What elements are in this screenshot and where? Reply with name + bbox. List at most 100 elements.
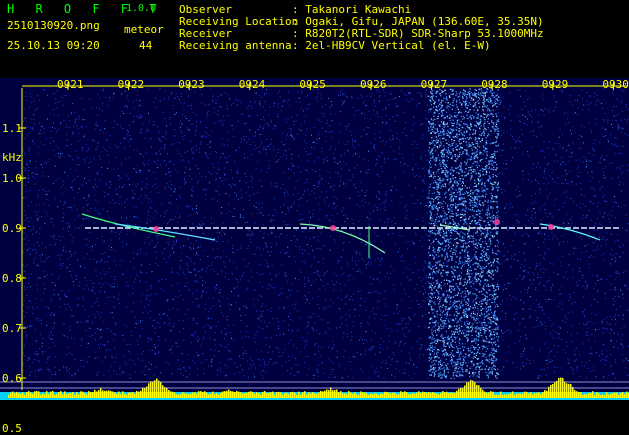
noise-dot <box>613 144 615 146</box>
noise-dot <box>286 235 288 237</box>
noise-dot <box>233 287 235 289</box>
noise-dot <box>566 345 568 347</box>
noise-dot <box>565 191 567 193</box>
noise-dot <box>609 221 611 223</box>
noise-dot <box>426 104 428 106</box>
noise-dot <box>542 257 544 259</box>
noise-dot <box>133 115 135 117</box>
noise-dot <box>298 97 300 99</box>
noise-dot <box>99 282 101 284</box>
noise-dot <box>83 178 85 179</box>
noise-dot <box>532 348 534 349</box>
noise-dot <box>482 184 484 185</box>
noise-dot <box>601 156 603 158</box>
noise-dot <box>449 130 451 132</box>
noise-dot <box>76 321 78 323</box>
noise-dot <box>217 273 219 275</box>
noise-dot <box>91 107 93 108</box>
noise-dot <box>579 207 581 209</box>
noise-dot <box>201 175 203 177</box>
noise-dot <box>508 182 510 184</box>
noise-dot <box>572 269 574 271</box>
noise-dot <box>543 322 545 324</box>
noise-dot <box>497 254 499 256</box>
noise-dot <box>195 208 197 209</box>
noise-dot <box>546 189 548 191</box>
noise-dot <box>612 206 614 208</box>
noise-dot <box>221 312 223 314</box>
noise-dot <box>307 321 309 323</box>
noise-dot <box>40 125 42 127</box>
noise-dot <box>533 327 535 329</box>
noise-dot <box>548 238 550 240</box>
noise-dot <box>222 143 224 145</box>
noise-dot <box>605 134 607 136</box>
noise-dot <box>526 124 528 126</box>
noise-dot <box>547 358 549 360</box>
noise-dot <box>170 184 172 186</box>
noise-dot <box>107 261 109 263</box>
noise-dot <box>193 332 195 334</box>
noise-dot <box>583 296 585 298</box>
noise-dot <box>487 204 489 206</box>
noise-dot <box>136 216 137 218</box>
noise-dot <box>163 136 165 138</box>
noise-dot <box>140 116 142 118</box>
noise-dot <box>124 220 126 222</box>
noise-dot <box>533 163 534 165</box>
noise-dot <box>524 123 526 125</box>
noise-dot <box>601 155 603 157</box>
noise-dot <box>50 377 52 379</box>
noise-dot <box>104 120 106 122</box>
noise-dot <box>264 363 266 365</box>
noise-dot <box>69 226 71 228</box>
noise-dot <box>187 281 189 283</box>
noise-dot <box>205 194 207 196</box>
noise-dot <box>354 309 356 310</box>
noise-dot <box>319 183 320 185</box>
noise-dot <box>385 303 386 305</box>
noise-dot <box>176 96 178 98</box>
noise-dot <box>299 101 301 103</box>
meteor-count: 44 <box>139 39 153 52</box>
noise-dot <box>224 92 226 94</box>
noise-dot <box>554 331 556 333</box>
noise-dot <box>192 151 194 153</box>
noise-dot <box>146 236 148 238</box>
noise-dot <box>301 248 303 250</box>
noise-dot <box>378 176 380 178</box>
noise-dot <box>165 133 167 135</box>
noise-dot <box>58 147 60 149</box>
noise-dot <box>366 216 368 218</box>
noise-dot <box>152 124 154 126</box>
noise-dot <box>440 367 442 369</box>
noise-dot <box>470 184 472 186</box>
noise-dot <box>302 260 303 262</box>
noise-dot <box>51 373 53 375</box>
noise-dot <box>614 152 616 154</box>
noise-dot <box>224 375 226 377</box>
noise-dot <box>240 331 242 333</box>
noise-dot <box>306 200 308 202</box>
noise-dot <box>288 324 290 326</box>
noise-dot <box>324 372 326 374</box>
noise-dot <box>607 119 609 121</box>
noise-dot <box>171 352 173 354</box>
noise-dot <box>472 280 473 282</box>
noise-dot <box>618 167 620 169</box>
noise-dot <box>217 369 219 371</box>
noise-dot <box>70 254 72 256</box>
noise-dot <box>271 265 273 267</box>
noise-dot <box>333 344 335 346</box>
noise-dot <box>290 169 292 171</box>
noise-dot <box>273 225 274 227</box>
noise-dot <box>622 314 624 316</box>
noise-dot <box>564 202 565 204</box>
noise-dot <box>450 122 452 124</box>
noise-dot <box>588 339 590 341</box>
noise-dot <box>181 160 183 162</box>
noise-dot <box>398 247 400 249</box>
noise-dot <box>563 349 565 350</box>
noise-dot <box>457 366 459 368</box>
noise-dot <box>394 120 396 122</box>
